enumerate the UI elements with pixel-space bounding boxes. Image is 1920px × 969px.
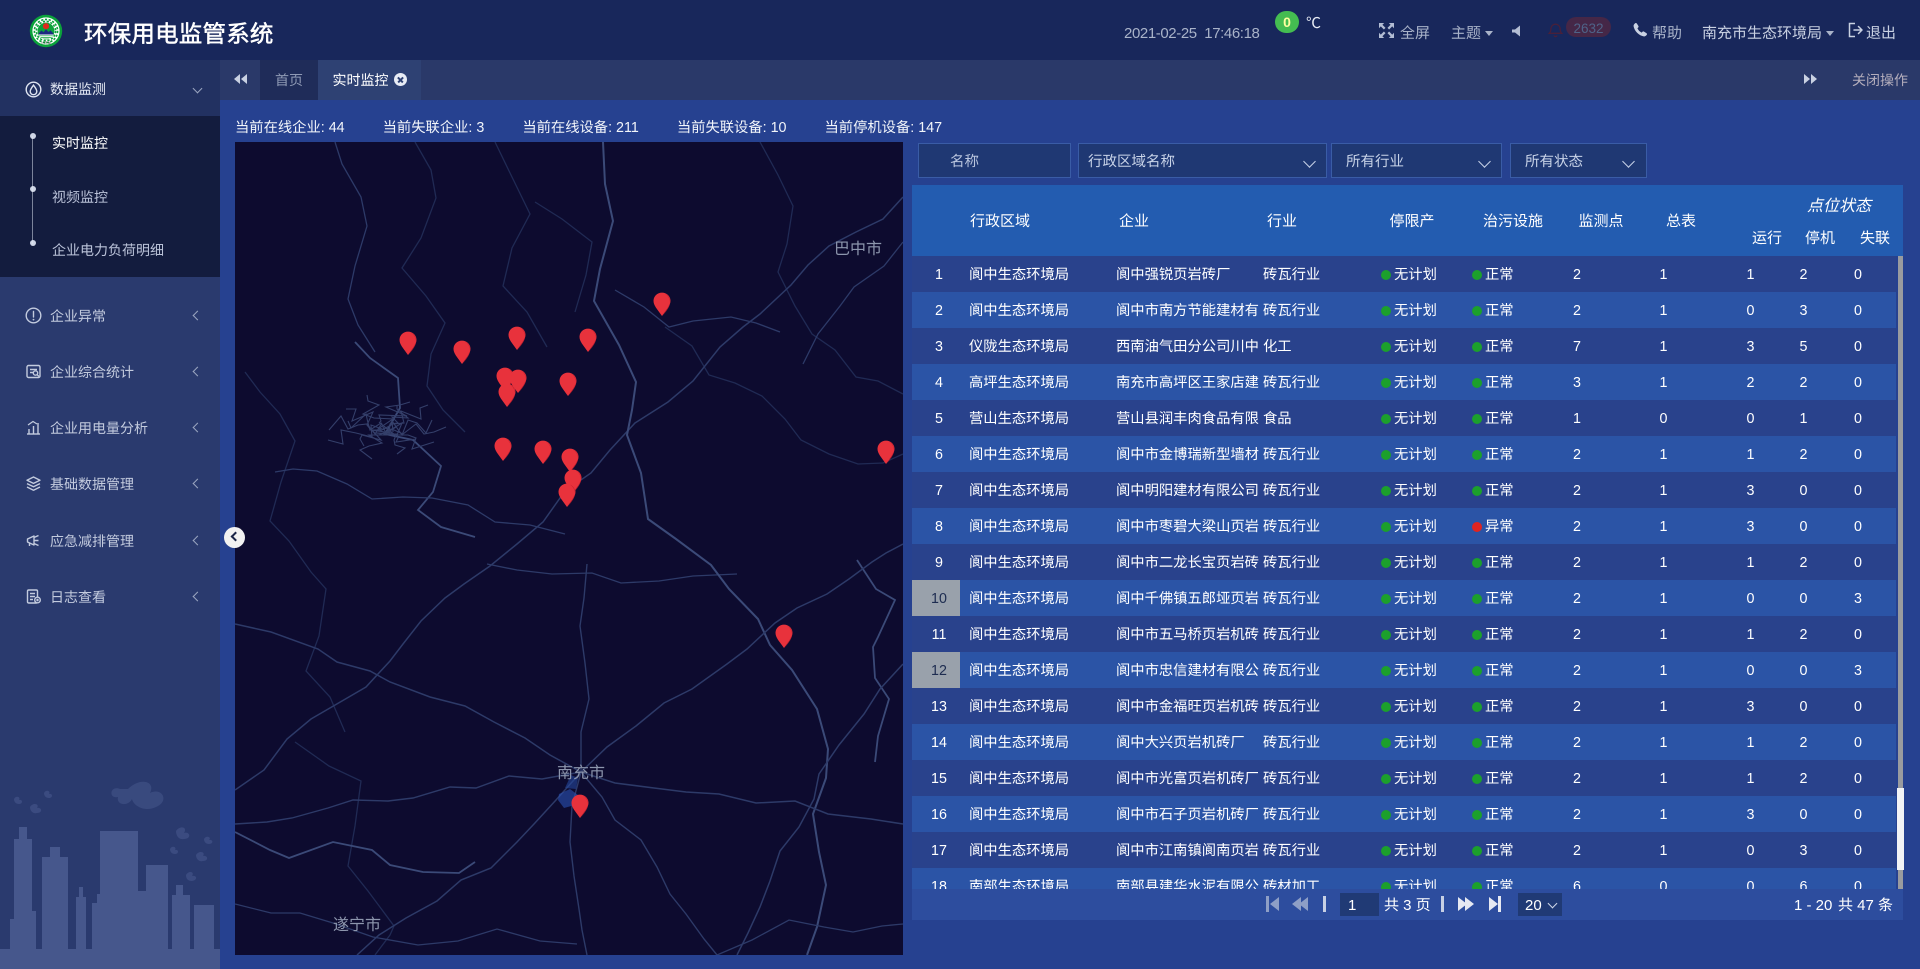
- svg-text:南充市: 南充市: [557, 759, 605, 783]
- svg-text:川环保: 川环保: [41, 40, 51, 45]
- svg-text:遂宁市: 遂宁市: [333, 911, 381, 935]
- svg-text:巴中市: 巴中市: [834, 235, 882, 259]
